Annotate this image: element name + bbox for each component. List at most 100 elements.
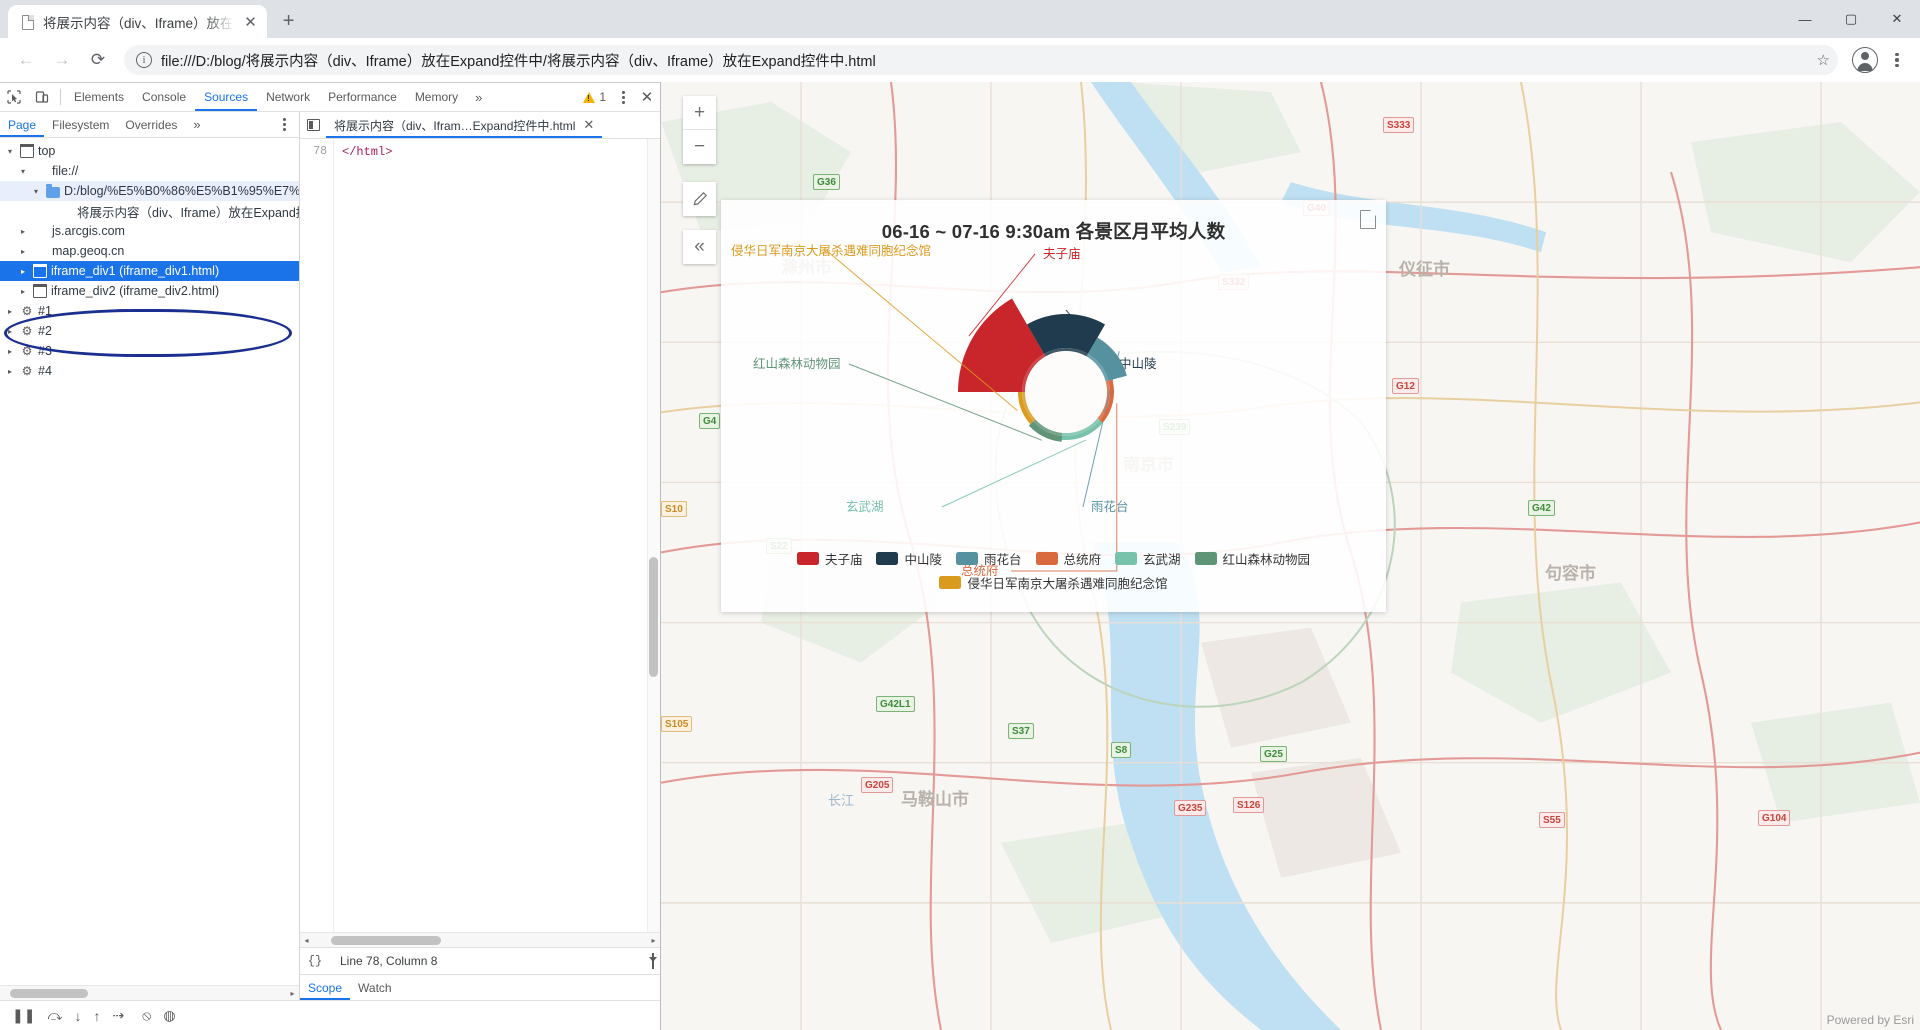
tab-elements[interactable]: Elements [65, 83, 133, 111]
chevron-right-icon[interactable]: ▸ [4, 327, 16, 336]
chevron-right-icon[interactable]: ▸ [17, 227, 29, 236]
code-content[interactable]: </html> [334, 139, 660, 932]
devtools-menu-icon[interactable] [612, 90, 634, 104]
nav-tab-overrides[interactable]: Overrides [117, 112, 185, 137]
avatar[interactable] [1852, 47, 1878, 73]
zoom-in-button[interactable]: + [683, 96, 716, 130]
step-button[interactable]: ⇢ [112, 1007, 124, 1024]
tab-console[interactable]: Console [133, 83, 195, 111]
pretty-print-icon[interactable]: {} [300, 954, 330, 968]
code-editor[interactable]: 78 </html> [300, 139, 660, 932]
close-icon[interactable]: ✕ [583, 117, 594, 133]
new-tab-button[interactable]: + [275, 7, 303, 35]
tab-network[interactable]: Network [257, 83, 319, 111]
nav-menu-icon[interactable] [273, 118, 295, 131]
address-bar[interactable]: i file:///D:/blog/将展示内容（div、Iframe）放在Exp… [124, 45, 1838, 75]
tree-item-2[interactable]: ▾ D:/blog/%E5%B0%86%E5%B1%95%E7%A4 [0, 181, 299, 201]
editor-vscrollbar[interactable] [647, 139, 660, 932]
chrome-menu-icon[interactable] [1884, 52, 1910, 68]
map-view[interactable]: 滁州市南京市仪征市句容市马鞍山市长江 G36S333G40G4G12G42S10… [661, 82, 1920, 1030]
chevron-right-icon[interactable]: ▸ [17, 267, 29, 276]
pause-resume-button[interactable]: ❚❚ [12, 1007, 35, 1024]
legend-item-夫子庙[interactable]: 夫子庙 [796, 549, 862, 568]
rose-label-玄武湖: 玄武湖 [846, 499, 884, 514]
scroll-left-arrow-icon[interactable]: ◂ [300, 936, 313, 945]
nav-tab-page[interactable]: Page [0, 112, 44, 137]
rose-label-中山陵: 中山陵 [1119, 356, 1157, 371]
tree-item-8[interactable]: ▸ ⚙ #1 [0, 301, 299, 321]
legend-item-玄武湖[interactable]: 玄武湖 [1115, 549, 1181, 568]
site-info-icon[interactable]: i [136, 52, 152, 68]
chevron-right-icon[interactable]: ▸ [17, 287, 29, 296]
tree-item-10[interactable]: ▸ ⚙ #3 [0, 341, 299, 361]
line-number-gutter: 78 [300, 139, 334, 932]
editor-hscroll-thumb[interactable] [331, 935, 441, 945]
tree-item-7[interactable]: ▸ iframe_div2 (iframe_div2.html) [0, 281, 299, 301]
chevron-down-icon[interactable]: ▾ [4, 147, 16, 156]
tree-item-1[interactable]: ▾ file:// [0, 161, 299, 181]
chevron-down-icon[interactable]: ▾ [30, 187, 42, 196]
tree-item-6[interactable]: ▸ iframe_div1 (iframe_div1.html) [0, 261, 299, 281]
legend-item-总统府[interactable]: 总统府 [1035, 549, 1101, 568]
cloud-icon [33, 167, 48, 177]
window-close-button[interactable]: ✕ [1874, 0, 1920, 38]
show-navigator-icon[interactable] [300, 119, 326, 131]
tree-item-0[interactable]: ▾ top [0, 141, 299, 161]
more-tabs-icon[interactable]: » [467, 90, 490, 105]
open-file-tab[interactable]: 将展示内容（div、Ifram…Expand控件中.html ✕ [326, 112, 602, 138]
bookmark-star-icon[interactable]: ☆ [1817, 51, 1830, 69]
chevron-right-icon[interactable]: ▸ [17, 247, 29, 256]
pause-on-exceptions-button[interactable]: ◍ [163, 1007, 175, 1024]
browser-tab[interactable]: 将展示内容（div、Iframe）放在 ✕ [8, 5, 267, 38]
legend-swatch [1115, 552, 1138, 565]
tree-item-11[interactable]: ▸ ⚙ #4 [0, 361, 299, 381]
tree-item-9[interactable]: ▸ ⚙ #2 [0, 321, 299, 341]
zoom-out-button[interactable]: − [683, 130, 716, 164]
tab-performance[interactable]: Performance [319, 83, 406, 111]
editor-vscroll-thumb[interactable] [649, 557, 658, 677]
tree-item-5[interactable]: ▸ map.geoq.cn [0, 241, 299, 261]
maximize-button[interactable]: ▢ [1828, 0, 1874, 38]
nav-more-icon[interactable]: » [185, 117, 208, 132]
devtools-close-icon[interactable]: ✕ [634, 88, 660, 106]
route-shield-17: G104 [1758, 810, 1791, 826]
device-toolbar-icon[interactable] [28, 83, 56, 111]
legend-item-侵华日军南京大屠杀遇难同胞纪念馆[interactable]: 侵华日军南京大屠杀遇难同胞纪念馆 [939, 573, 1168, 592]
legend-item-雨花台[interactable]: 雨花台 [955, 549, 1022, 568]
step-out-button[interactable]: ↑ [93, 1008, 100, 1024]
step-into-button[interactable]: ↓ [74, 1008, 81, 1024]
chevron-right-icon[interactable]: ▸ [4, 307, 16, 316]
chevron-right-icon[interactable]: ▸ [4, 347, 16, 356]
legend-label: 红山森林动物园 [1222, 553, 1311, 567]
step-over-button[interactable]: ⤼ [47, 1007, 62, 1024]
chart-panel[interactable]: 06-16 ~ 07-16 9:30am 各景区月平均人数 夫子庙 中山陵 雨花台总… [721, 200, 1386, 612]
scroll-right-arrow-icon[interactable]: ▸ [286, 989, 299, 998]
nav-tab-filesystem[interactable]: Filesystem [44, 112, 117, 137]
forward-icon[interactable]: → [46, 44, 78, 76]
render-settings-icon[interactable] [652, 953, 660, 969]
expand-collapse-button[interactable]: « [683, 230, 716, 264]
reload-icon[interactable]: ⟳ [82, 44, 114, 76]
navigator-hscrollbar[interactable]: ▸ [0, 985, 299, 1000]
tab-sources[interactable]: Sources [195, 83, 257, 111]
warning-count: 1 [599, 90, 606, 104]
chevron-right-icon[interactable]: ▸ [4, 367, 16, 376]
warning-indicator[interactable]: 1 [583, 90, 612, 104]
navigator-hscroll-thumb[interactable] [10, 988, 88, 998]
editor-hscrollbar[interactable]: ◂ ▸ [300, 932, 660, 947]
deactivate-breakpoints-button[interactable]: ⦸ [142, 1007, 151, 1024]
tab-memory[interactable]: Memory [406, 83, 467, 111]
chevron-down-icon[interactable]: ▾ [17, 167, 29, 176]
sketch-icon[interactable] [683, 182, 716, 216]
tab-watch[interactable]: Watch [350, 975, 400, 1000]
inspect-element-icon[interactable] [0, 83, 28, 111]
scroll-right-arrow-icon[interactable]: ▸ [647, 936, 660, 945]
back-icon[interactable]: ← [10, 44, 42, 76]
tab-scope[interactable]: Scope [300, 975, 350, 1000]
close-icon[interactable]: ✕ [241, 12, 261, 32]
tree-item-3[interactable]: 将展示内容（div、Iframe）放在Expand控 [0, 201, 299, 221]
legend-item-中山陵[interactable]: 中山陵 [876, 549, 942, 568]
tree-item-4[interactable]: ▸ js.arcgis.com [0, 221, 299, 241]
minimize-button[interactable]: — [1782, 0, 1828, 38]
legend-item-红山森林动物园[interactable]: 红山森林动物园 [1194, 549, 1311, 568]
